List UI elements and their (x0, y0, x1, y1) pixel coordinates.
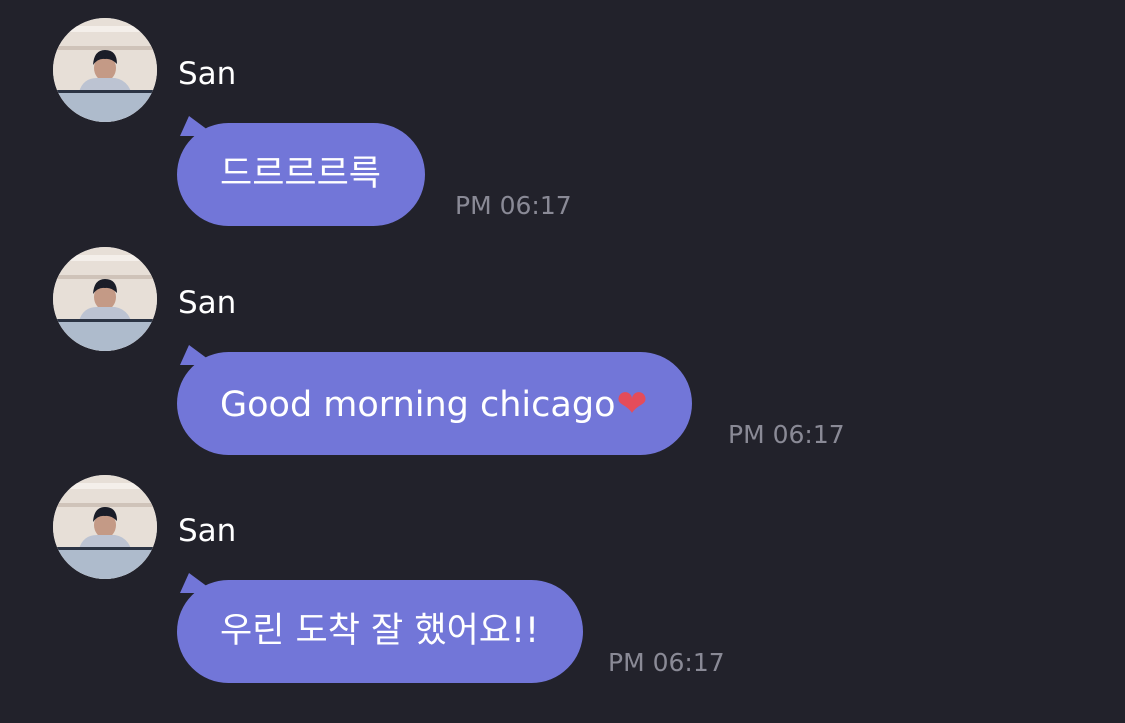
heart-icon: ❤ (616, 382, 648, 425)
message-bubble[interactable]: 우린 도착 잘 했어요!! (177, 573, 584, 683)
message-bubble[interactable]: Good morning chicago❤ (177, 345, 692, 455)
message-timestamp: PM 06:17 (728, 420, 845, 449)
message-bubble[interactable]: 드르르르륵 (177, 116, 426, 226)
message-text: 우린 도착 잘 했어요!! (220, 611, 540, 651)
message-text: Good morning chicago (220, 385, 616, 425)
sender-name: San (178, 285, 237, 321)
avatar[interactable] (53, 475, 157, 579)
profile-photo-icon (53, 247, 157, 351)
chat-message: San 드르르르륵 PM 06:17 (0, 0, 1125, 226)
avatar[interactable] (53, 247, 157, 351)
profile-photo-icon (53, 475, 157, 579)
chat-message: San Good morning chicago❤ PM 06:17 (0, 229, 1125, 455)
avatar[interactable] (53, 18, 157, 122)
chat-message: San 우린 도착 잘 했어요!! PM 06:17 (0, 457, 1125, 683)
profile-photo-icon (53, 18, 157, 122)
sender-name: San (178, 56, 237, 92)
message-text: 드르르르륵 (220, 154, 382, 194)
message-timestamp: PM 06:17 (608, 648, 725, 677)
sender-name: San (178, 513, 237, 549)
message-timestamp: PM 06:17 (455, 191, 572, 220)
